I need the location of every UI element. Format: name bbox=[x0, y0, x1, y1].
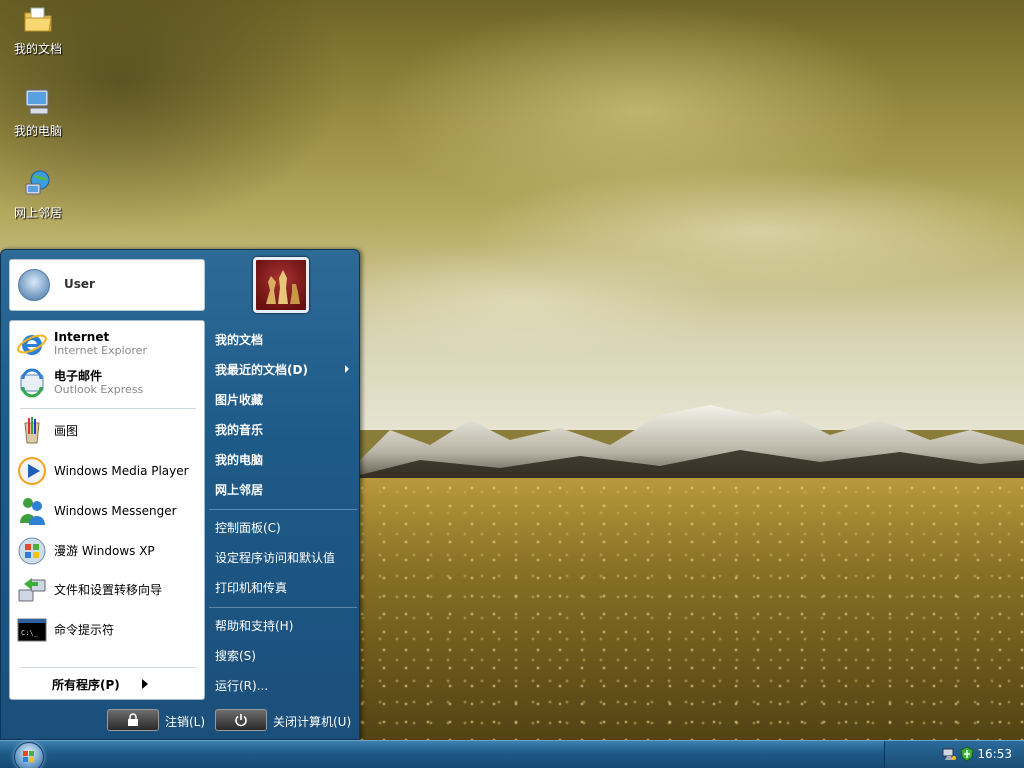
menu-item-title: 命令提示符 bbox=[54, 622, 115, 637]
menu-item-transfer-wizard[interactable]: 文件和设置转移向导 bbox=[16, 572, 202, 608]
menu-item-title: 文件和设置转移向导 bbox=[54, 582, 163, 597]
desktop-icon-label: 网上邻居 bbox=[13, 206, 62, 220]
logoff-label[interactable]: 注销(L) bbox=[165, 713, 205, 730]
network-icon[interactable] bbox=[941, 746, 957, 762]
wallpaper-mountains bbox=[360, 405, 1024, 490]
all-programs-button[interactable]: 所有程序(P) bbox=[52, 676, 120, 693]
menu-item-title: 电子邮件 bbox=[54, 369, 103, 383]
menu-item-title: Windows Media Player bbox=[54, 463, 189, 478]
network-places-icon bbox=[22, 168, 54, 200]
chevron-right-icon bbox=[142, 679, 148, 689]
menu-item-paint[interactable]: 画图 bbox=[16, 413, 202, 449]
user-name: User bbox=[64, 277, 95, 291]
cmd-glyph: C:\_ bbox=[21, 629, 39, 637]
right-item-my-music[interactable]: 我的音乐 bbox=[215, 421, 263, 438]
user-orb-icon bbox=[18, 269, 50, 301]
shutdown-label[interactable]: 关闭计算机(U) bbox=[273, 713, 351, 730]
submenu-arrow-icon bbox=[345, 365, 349, 373]
menu-separator bbox=[209, 607, 357, 608]
menu-item-tour-xp[interactable]: 漫游 Windows XP bbox=[16, 533, 202, 569]
right-item-run[interactable]: 运行(R)... bbox=[215, 677, 268, 694]
right-item-help-support[interactable]: 帮助和支持(H) bbox=[215, 617, 293, 634]
user-header: User bbox=[9, 259, 205, 311]
transfer-wizard-icon bbox=[16, 574, 48, 606]
menu-item-media-player[interactable]: Windows Media Player bbox=[16, 453, 202, 489]
right-item-network-places[interactable]: 网上邻居 bbox=[215, 481, 263, 498]
menu-item-title: 漫游 Windows XP bbox=[54, 543, 155, 558]
command-prompt-icon: C:\_ bbox=[16, 614, 48, 646]
system-tray: 16:53 bbox=[884, 741, 1024, 768]
lock-icon bbox=[128, 713, 138, 726]
desktop-icon-label: 我的文档 bbox=[13, 42, 62, 56]
desktop-icon-label: 我的电脑 bbox=[13, 124, 62, 138]
right-item-my-documents[interactable]: 我的文档 bbox=[215, 331, 263, 348]
computer-icon bbox=[22, 86, 54, 118]
desktop-icon-my-documents[interactable]: 我的文档 bbox=[4, 4, 72, 57]
right-item-search[interactable]: 搜索(S) bbox=[215, 647, 256, 664]
tour-xp-icon bbox=[16, 535, 48, 567]
right-item-my-computer[interactable]: 我的电脑 bbox=[215, 451, 263, 468]
menu-separator bbox=[20, 667, 196, 668]
right-item-control-panel[interactable]: 控制面板(C) bbox=[215, 519, 281, 536]
menu-item-internet[interactable]: Internet Internet Explorer bbox=[16, 326, 202, 362]
right-item-printers-faxes[interactable]: 打印机和传真 bbox=[215, 579, 287, 596]
programs-panel: Internet Internet Explorer 电子邮件 Outlook … bbox=[9, 320, 205, 700]
menu-item-title: Internet bbox=[54, 330, 110, 344]
menu-item-messenger[interactable]: Windows Messenger bbox=[16, 493, 202, 529]
windows-logo-icon bbox=[23, 751, 34, 762]
menu-item-subtitle: Internet Explorer bbox=[54, 344, 147, 357]
taskbar-clock[interactable]: 16:53 bbox=[977, 747, 1012, 761]
right-item-program-defaults[interactable]: 设定程序访问和默认值 bbox=[215, 549, 335, 566]
menu-item-command-prompt[interactable]: C:\_ 命令提示符 bbox=[16, 612, 202, 648]
start-button[interactable] bbox=[14, 742, 44, 768]
desktop-icon-network-places[interactable]: 网上邻居 bbox=[4, 168, 72, 221]
right-item-recent-documents[interactable]: 我最近的文档(D) bbox=[215, 361, 308, 378]
menu-separator bbox=[20, 408, 196, 409]
folder-document-icon bbox=[22, 4, 54, 36]
right-item-my-pictures[interactable]: 图片收藏 bbox=[215, 391, 263, 408]
internet-explorer-icon bbox=[16, 328, 48, 360]
menu-item-email[interactable]: 电子邮件 Outlook Express bbox=[16, 365, 202, 401]
paint-icon bbox=[16, 415, 48, 447]
shutdown-button[interactable] bbox=[215, 709, 267, 731]
menu-item-title: Windows Messenger bbox=[54, 503, 177, 518]
start-menu: User Internet Internet Explorer 电子邮件 Out… bbox=[0, 249, 360, 740]
chess-pieces-icon bbox=[266, 270, 300, 304]
logoff-button[interactable] bbox=[107, 709, 159, 731]
menu-separator bbox=[209, 509, 357, 510]
taskbar: 16:53 bbox=[0, 740, 1024, 768]
security-shield-icon[interactable] bbox=[959, 746, 975, 762]
desktop-icon-my-computer[interactable]: 我的电脑 bbox=[4, 86, 72, 139]
messenger-icon bbox=[16, 495, 48, 527]
user-avatar[interactable] bbox=[253, 257, 309, 313]
power-icon bbox=[235, 714, 247, 727]
menu-item-subtitle: Outlook Express bbox=[54, 383, 144, 396]
menu-item-title: 画图 bbox=[54, 423, 79, 438]
outlook-express-icon bbox=[16, 367, 48, 399]
media-player-icon bbox=[16, 455, 48, 487]
